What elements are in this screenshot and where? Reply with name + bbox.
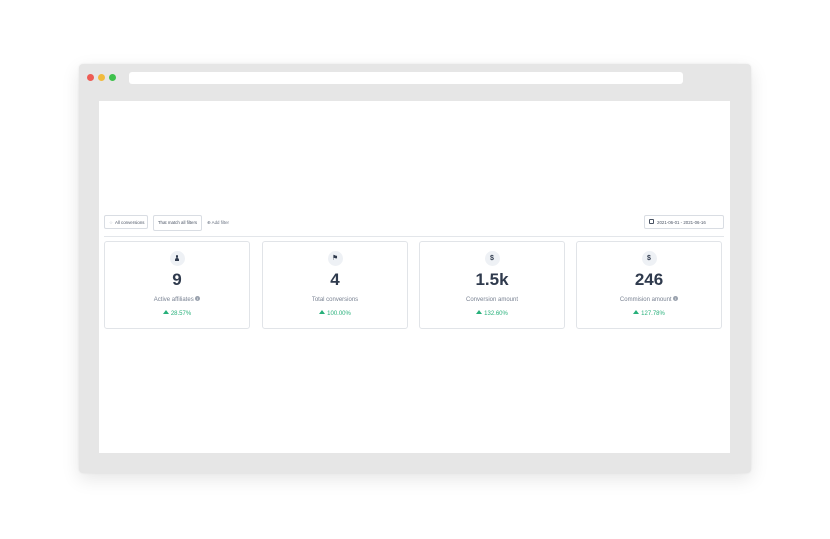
- stat-card-total-conversions: ⚑ 4 Total conversions 100.00%: [262, 241, 408, 329]
- dollar-icon: $: [484, 251, 500, 266]
- info-icon[interactable]: i: [672, 295, 679, 302]
- calendar-icon: [649, 219, 654, 225]
- address-bar[interactable]: [129, 72, 683, 84]
- minimize-window-dot[interactable]: [98, 74, 105, 81]
- date-range-label: 2021-06-01 - 2021-06-16: [657, 220, 706, 225]
- browser-window: ☆ All conversions That match all filters …: [79, 64, 751, 473]
- add-filter-button[interactable]: ⊕ Add filter: [207, 215, 229, 231]
- dollar-icon: $: [641, 251, 657, 266]
- filter-icon: ☆: [109, 220, 113, 225]
- arrow-up-icon: [633, 310, 640, 315]
- all-conversions-label: All conversions: [114, 220, 145, 225]
- stat-value: 4: [330, 270, 340, 289]
- stat-change: 28.57%: [105, 310, 249, 318]
- stat-change-value: 28.57%: [170, 311, 192, 317]
- user-icon: [169, 251, 185, 266]
- flag-icon: ⚑: [327, 251, 343, 266]
- filter-toolbar: ☆ All conversions That match all filters …: [104, 215, 724, 231]
- stat-change-value: 127.78%: [641, 311, 665, 317]
- date-range-picker[interactable]: 2021-06-01 - 2021-06-16: [644, 215, 724, 229]
- stat-change: 100.00%: [263, 310, 407, 318]
- arrow-up-icon: [319, 310, 326, 315]
- match-all-filters-label: That match all filters: [157, 220, 198, 225]
- stat-label-text: Total conversions: [311, 297, 359, 303]
- stat-value: 1.5k: [475, 270, 509, 289]
- add-filter-label: Add filter: [211, 220, 229, 225]
- all-conversions-filter[interactable]: ☆ All conversions: [104, 215, 148, 229]
- plus-icon: ⊕: [207, 220, 211, 225]
- arrow-up-icon: [476, 310, 483, 315]
- maximize-window-dot[interactable]: [109, 74, 116, 81]
- arrow-up-icon: [162, 310, 169, 315]
- stat-label-text: Active affiliates: [153, 297, 194, 303]
- stat-label: Active affiliates i: [105, 295, 249, 304]
- stat-card-commission-amount: $ 246 Commision amount i 127.78%: [576, 241, 722, 329]
- stat-change-value: 100.00%: [327, 311, 351, 317]
- stat-value: 246: [634, 270, 664, 289]
- stat-label-text: Conversion amount: [465, 297, 519, 303]
- stat-label: Total conversions: [263, 296, 407, 304]
- stat-change: 127.78%: [577, 310, 721, 318]
- stat-card-conversion-amount: $ 1.5k Conversion amount 132.60%: [419, 241, 565, 329]
- stat-label-text: Commision amount: [619, 297, 672, 303]
- info-icon[interactable]: i: [194, 295, 201, 302]
- stat-change-value: 132.60%: [484, 311, 508, 317]
- stat-card-active-affiliates: 9 Active affiliates i 28.57%: [104, 241, 250, 329]
- close-window-dot[interactable]: [87, 74, 94, 81]
- page-viewport: ☆ All conversions That match all filters …: [99, 101, 730, 453]
- stat-label: Conversion amount: [420, 296, 564, 304]
- divider: [104, 236, 724, 237]
- match-all-filters-select[interactable]: That match all filters: [153, 215, 202, 231]
- stat-label: Commision amount i: [577, 295, 721, 304]
- stat-value: 9: [172, 270, 182, 289]
- stat-change: 132.60%: [420, 310, 564, 318]
